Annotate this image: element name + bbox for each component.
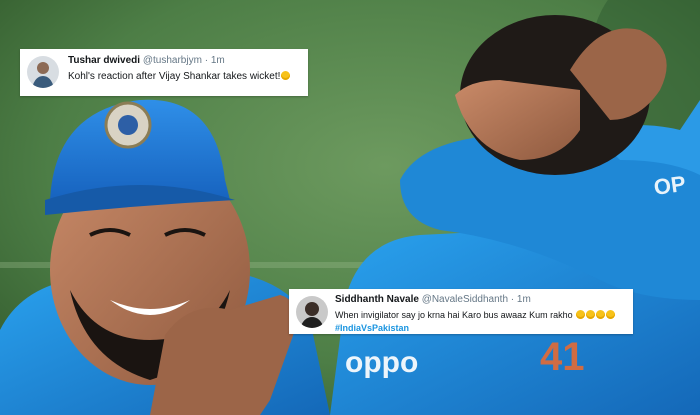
author-name[interactable]: Siddhanth Navale <box>335 294 419 305</box>
celebration-photo: oppo OP 41 Tushar dwivedi @tusharbjym · … <box>0 0 700 415</box>
hashtag-link[interactable]: #IndiaVsPakistan <box>335 322 625 334</box>
avatar-image <box>27 56 59 88</box>
laughing-emoji-icon <box>281 71 291 80</box>
svg-text:OP: OP <box>652 171 687 200</box>
tweet-body: When invigilator say jo krna hai Karo bu… <box>335 310 573 320</box>
avatar-image <box>296 296 328 328</box>
author-handle[interactable]: @NavaleSiddhanth <box>422 294 508 305</box>
tweet-card[interactable]: Siddhanth Navale @NavaleSiddhanth · 1m W… <box>289 289 633 334</box>
tweet-text: When invigilator say jo krna hai Karo bu… <box>335 308 625 322</box>
separator: · <box>510 294 515 305</box>
separator: · <box>204 55 209 66</box>
author-name[interactable]: Tushar dwivedi <box>68 55 140 66</box>
tweet-header: Tushar dwivedi @tusharbjym · 1m <box>68 54 300 67</box>
sponsor-logo-text: oppo <box>345 346 418 379</box>
laughing-emoji-icon <box>606 310 616 319</box>
tweet-timestamp[interactable]: 1m <box>211 55 225 66</box>
tweet-timestamp[interactable]: 1m <box>517 294 531 305</box>
laughing-emoji-icon <box>596 310 606 319</box>
laughing-emoji-icon <box>576 310 586 319</box>
user-avatar[interactable] <box>27 56 59 88</box>
tweet-body: Kohl's reaction after Vijay Shankar take… <box>68 71 281 82</box>
tweet-card[interactable]: Tushar dwivedi @tusharbjym · 1m Kohl's r… <box>20 49 308 96</box>
author-handle[interactable]: @tusharbjym <box>143 55 202 66</box>
user-avatar[interactable] <box>296 296 328 328</box>
tweet-text: Kohl's reaction after Vijay Shankar take… <box>68 70 300 84</box>
laughing-emoji-icon <box>586 310 596 319</box>
tweet-header: Siddhanth Navale @NavaleSiddhanth · 1m <box>335 293 625 306</box>
svg-text:41: 41 <box>540 335 585 379</box>
